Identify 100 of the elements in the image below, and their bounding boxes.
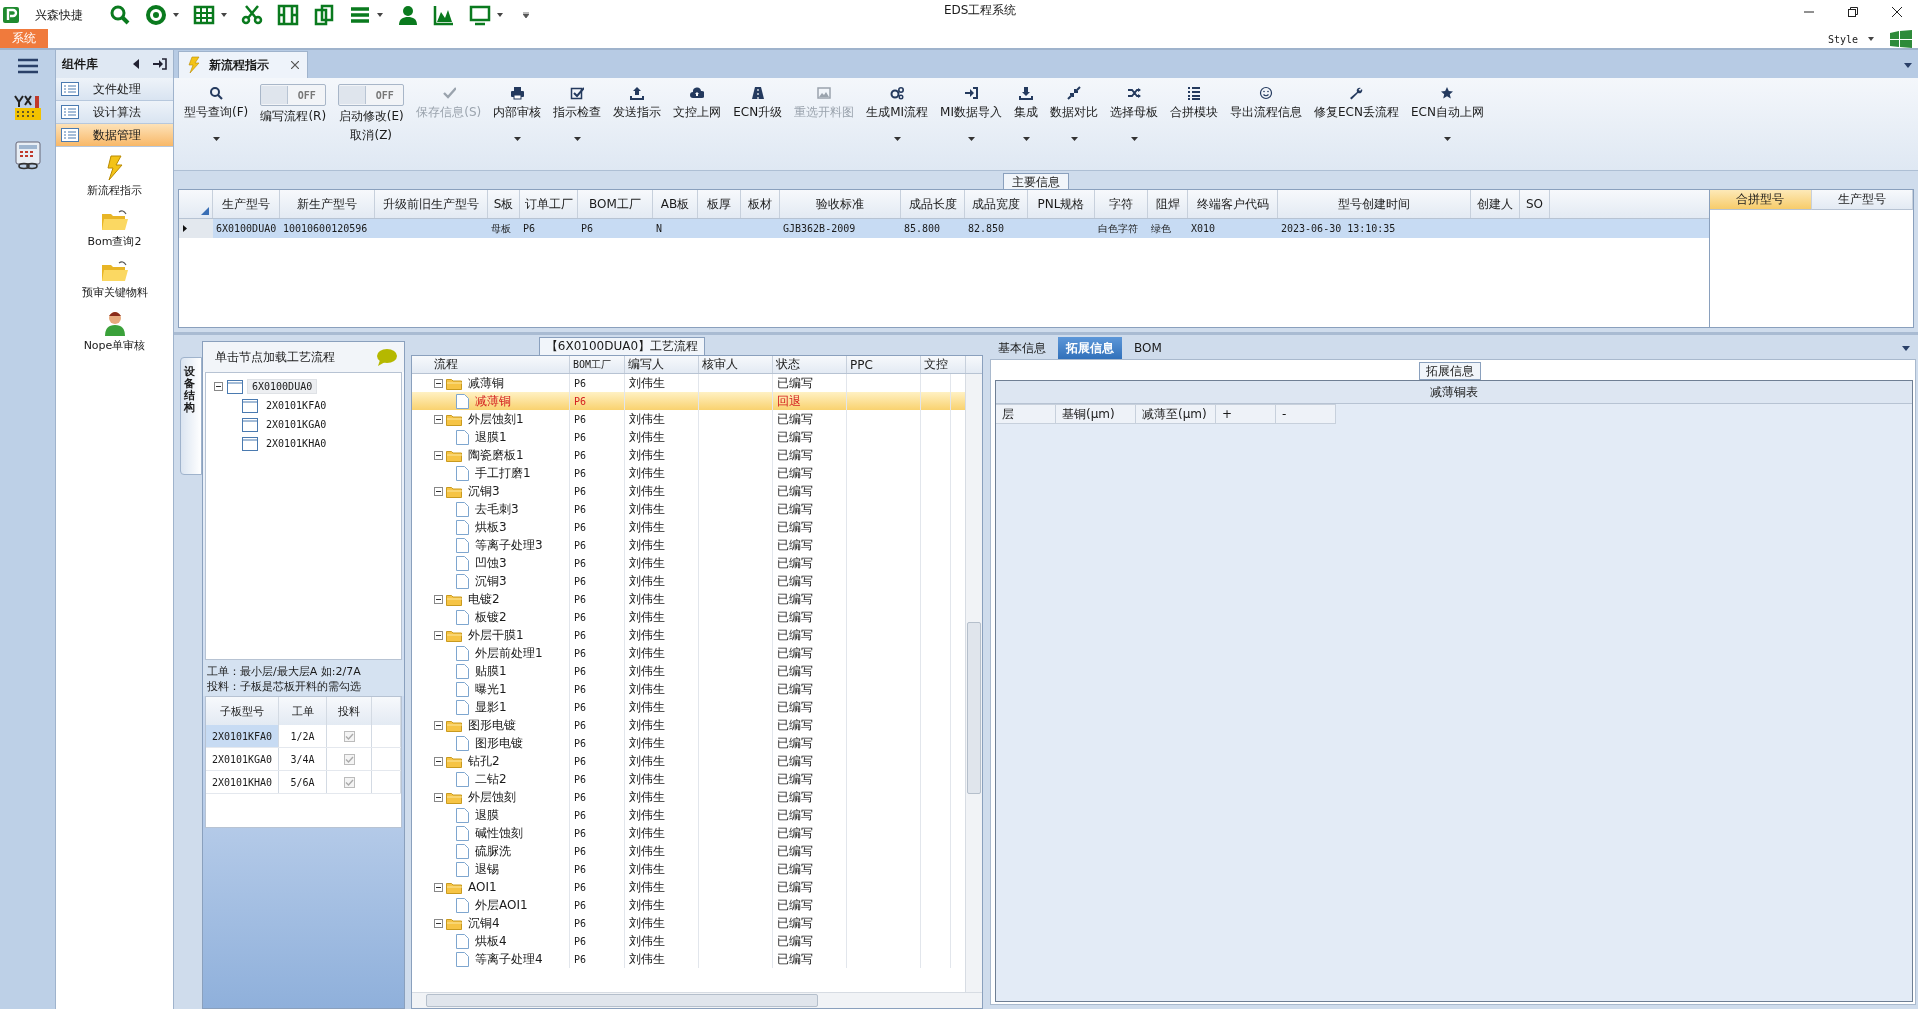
caret-icon[interactable]	[513, 137, 521, 141]
toolbar-button[interactable]: 型号查询(F)	[178, 84, 255, 143]
collapse-left-icon[interactable]	[133, 59, 139, 69]
tree-row[interactable]: 外层AOI1 P6 刘伟生 已编写	[412, 896, 965, 914]
tree-node[interactable]: 2X0101KGA0	[262, 418, 331, 431]
document-tab[interactable]: 新流程指示	[178, 51, 308, 78]
caret-icon[interactable]	[1022, 137, 1030, 141]
checkbox[interactable]	[343, 753, 355, 765]
film-icon[interactable]	[277, 4, 299, 26]
tree-row[interactable]: 外层干膜1 P6 刘伟生 已编写	[412, 626, 965, 644]
tree-row[interactable]: 退膜 P6 刘伟生 已编写	[412, 806, 965, 824]
tab[interactable]: 拓展信息	[1058, 336, 1122, 360]
column-header[interactable]: 流程	[412, 356, 570, 373]
table-cell[interactable]: 2X0101KHA0	[206, 771, 279, 793]
toolbar-button[interactable]: 生成MI流程	[860, 84, 935, 143]
tab[interactable]: 基本信息	[990, 336, 1054, 360]
list-icon[interactable]	[349, 4, 371, 26]
column-header[interactable]: 终端客户代码	[1188, 190, 1278, 218]
column-header[interactable]: 创建人	[1471, 190, 1520, 218]
tool-item[interactable]: Nope单审核	[83, 310, 146, 353]
collapse-icon[interactable]	[434, 414, 443, 424]
collapse-icon[interactable]	[434, 630, 443, 640]
toolbar-button[interactable]: 发送指示	[607, 84, 668, 123]
tree-row[interactable]: 外层前处理1 P6 刘伟生 已编写	[412, 644, 965, 662]
collapse-icon[interactable]	[214, 382, 223, 391]
collapse-icon[interactable]	[434, 792, 443, 802]
search-icon[interactable]	[109, 4, 131, 26]
tree-row[interactable]: AOI1 P6 刘伟生 已编写	[412, 878, 965, 896]
caret-icon[interactable]	[497, 13, 503, 17]
tree-row[interactable]: 等离子处理3 P6 刘伟生 已编写	[412, 536, 965, 554]
tree-row[interactable]: 硫脲洗 P6 刘伟生 已编写	[412, 842, 965, 860]
tree-row[interactable]: 退膜1 P6 刘伟生 已编写	[412, 428, 965, 446]
column-header[interactable]: 型号创建时间	[1278, 190, 1471, 218]
area-chart-icon[interactable]	[433, 4, 455, 26]
toolbar-button[interactable]: 导出流程信息	[1224, 84, 1308, 123]
caret-icon[interactable]	[573, 137, 581, 141]
caret-icon[interactable]	[221, 13, 227, 17]
style-menu[interactable]: Style	[1827, 33, 1858, 45]
column-header[interactable]: AB板	[653, 190, 698, 218]
collapse-icon[interactable]	[434, 918, 443, 928]
column-header[interactable]: 状态	[773, 356, 847, 373]
column-header[interactable]: PPC	[847, 356, 921, 373]
toolbar-button[interactable]: 合拼模块	[1164, 84, 1224, 123]
user-icon[interactable]	[397, 4, 419, 26]
tree-row[interactable]: 沉铜3 P6 刘伟生 已编写	[412, 482, 965, 500]
column-header[interactable]: 升级前旧生产型号	[375, 190, 488, 218]
column-header[interactable]: 字符	[1095, 190, 1148, 218]
toolbar-button[interactable]: 选择母板	[1104, 84, 1164, 143]
column-header[interactable]: 生产型号	[1811, 190, 1913, 210]
column-header[interactable]: 减薄至(μm)	[1136, 404, 1216, 424]
calculator-icon[interactable]	[12, 140, 43, 170]
tree-row[interactable]: 沉铜4 P6 刘伟生 已编写	[412, 914, 965, 932]
column-header[interactable]: 成品长度	[901, 190, 965, 218]
tree-row[interactable]: 外层蚀刻1 P6 刘伟生 已编写	[412, 410, 965, 428]
toggle-switch[interactable]: OFF	[260, 84, 327, 106]
column-header[interactable]: SO	[1520, 190, 1550, 218]
tree-row[interactable]: 曝光1 P6 刘伟生 已编写	[412, 680, 965, 698]
cancel-button[interactable]: 取消(Z)	[350, 127, 393, 144]
tree-row[interactable]: 沉铜3 P6 刘伟生 已编写	[412, 572, 965, 590]
toolbar-button[interactable]: ECN升级	[727, 84, 789, 123]
tree-row[interactable]: 二钻2 P6 刘伟生 已编写	[412, 770, 965, 788]
collapse-icon[interactable]	[434, 882, 443, 892]
column-header[interactable]: 新生产型号	[280, 190, 375, 218]
caret-icon[interactable]	[1868, 37, 1874, 41]
tree-row[interactable]: 减薄铜 P6 回退	[412, 392, 965, 410]
restore-icon[interactable]	[1848, 7, 1858, 17]
column-header[interactable]: 编写人	[625, 356, 699, 373]
tree-row[interactable]: 贴膜1 P6 刘伟生 已编写	[412, 662, 965, 680]
tree-row[interactable]: 凹蚀3 P6 刘伟生 已编写	[412, 554, 965, 572]
menu-icon[interactable]	[17, 58, 38, 74]
column-header[interactable]: BOM工厂	[578, 190, 653, 218]
checkbox[interactable]	[343, 730, 355, 742]
caret-icon[interactable]	[967, 137, 975, 141]
checkbox[interactable]	[343, 776, 355, 788]
tree-node[interactable]: 2X0101KHA0	[262, 437, 331, 450]
vertical-tab[interactable]: 设备结构	[180, 357, 202, 476]
caret-icon[interactable]	[893, 137, 901, 141]
column-header[interactable]: 工单	[279, 697, 327, 725]
caret-icon[interactable]	[1902, 345, 1910, 351]
column-header[interactable]: 基铜(μm)	[1056, 404, 1136, 424]
collapse-icon[interactable]	[434, 594, 443, 604]
tree-row[interactable]: 电镀2 P6 刘伟生 已编写	[412, 590, 965, 608]
tree-row[interactable]: 等离子处理4 P6 刘伟生 已编写	[412, 950, 965, 968]
column-header[interactable]: S板	[488, 190, 520, 218]
tree-row[interactable]: 外层蚀刻 P6 刘伟生 已编写	[412, 788, 965, 806]
column-header[interactable]: 阻焊	[1148, 190, 1188, 218]
tree-row[interactable]: 烘板4 P6 刘伟生 已编写	[412, 932, 965, 950]
caret-icon[interactable]	[212, 137, 220, 141]
toolbar-button[interactable]: 指示检查	[547, 84, 608, 143]
tool-item[interactable]: Bom查询2	[87, 208, 142, 249]
collapse-icon[interactable]	[434, 378, 443, 388]
collapse-icon[interactable]	[434, 450, 443, 460]
tree-row[interactable]: 板镀2 P6 刘伟生 已编写	[412, 608, 965, 626]
tree-row[interactable]: 去毛刺3 P6 刘伟生 已编写	[412, 500, 965, 518]
column-header[interactable]: PNL规格	[1028, 190, 1095, 218]
tree-row[interactable]: 图形电镀 P6 刘伟生 已编写	[412, 716, 965, 734]
scissors-icon[interactable]	[241, 4, 263, 26]
nav-item[interactable]: 设计算法	[56, 101, 173, 124]
column-header[interactable]: BOM工厂	[570, 356, 625, 373]
toolbar-button[interactable]: 集成	[1008, 84, 1044, 143]
